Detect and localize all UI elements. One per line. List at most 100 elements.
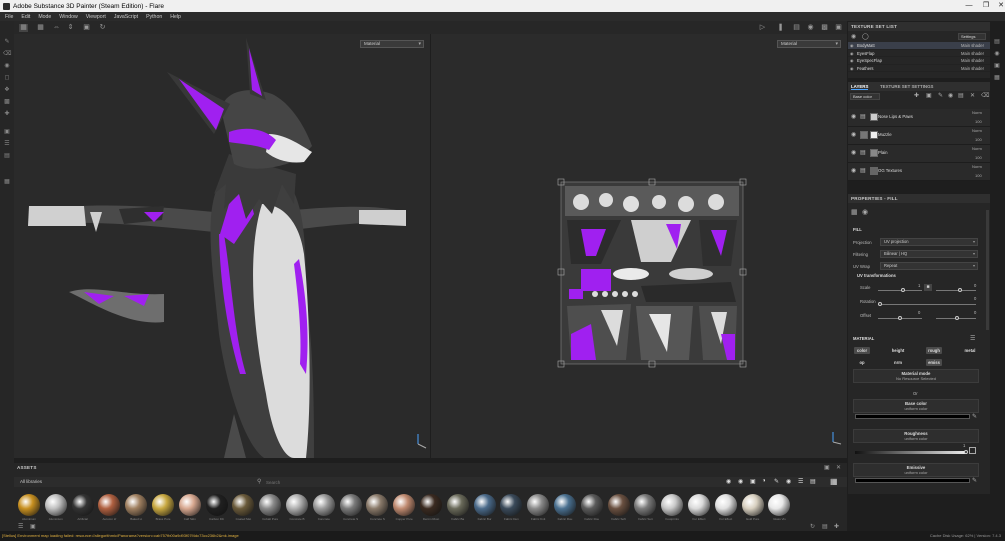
asset-thumbnail[interactable]	[473, 494, 496, 516]
camera-icon[interactable]: ▩	[820, 24, 829, 32]
channel-rough-toggle[interactable]: rough	[926, 347, 942, 354]
texture-set-shader[interactable]: Main shader	[961, 50, 984, 58]
asset-thumbnail[interactable]	[607, 494, 630, 516]
texture-set-row[interactable]: ◉ EyeSpecFlap Main shader	[848, 57, 990, 65]
layer-blend-mode[interactable]: Norm	[972, 128, 982, 133]
layer-opacity[interactable]: 100	[975, 119, 982, 124]
eyedropper-icon[interactable]: ✎	[972, 413, 977, 420]
projection-icon[interactable]: ◉	[3, 63, 11, 69]
asset-thumbnail[interactable]	[339, 494, 362, 516]
eye-icon[interactable]: ◉	[851, 132, 856, 138]
asset-thumbnail[interactable]	[178, 494, 201, 516]
asset-add-icon[interactable]: ✚	[834, 523, 839, 530]
asset-thumbnail[interactable]	[18, 494, 40, 516]
viewport-2d[interactable]: Material	[431, 34, 847, 458]
menu-window[interactable]: Window	[59, 14, 77, 20]
texture-set-view-icon[interactable]: ◯	[862, 33, 869, 40]
texture-set-icon[interactable]: ▤	[993, 38, 1001, 46]
eye-icon[interactable]: ◉	[850, 65, 854, 73]
filter-smart-materials-icon[interactable]: ◉	[738, 478, 743, 485]
layer-row[interactable]: ◉ ▤ OG Textures Norm 100	[848, 163, 990, 181]
offset-v-value[interactable]: 0	[974, 310, 976, 315]
rotation-value[interactable]: 0	[974, 296, 976, 301]
emissive-eyedropper-icon[interactable]: ✎	[972, 477, 977, 484]
picker-icon[interactable]: ✚	[3, 111, 11, 117]
menu-python[interactable]: Python	[146, 14, 162, 20]
channel-emiss-toggle[interactable]: emiss	[926, 359, 942, 366]
texture-set-row[interactable]: ◉ Feathers Main shader	[848, 65, 990, 73]
trash-icon[interactable]: ⌫	[981, 92, 989, 99]
roughness-slider-track[interactable]	[855, 451, 967, 454]
texture-set-row[interactable]: ◉ BodyMatt Main shader	[848, 42, 990, 50]
add-effect-icon[interactable]: ✚	[914, 92, 919, 99]
properties-scrollbar[interactable]	[986, 210, 989, 330]
assets-search-input[interactable]	[266, 478, 466, 486]
snapshot-icon[interactable]: ▣	[834, 24, 843, 32]
material-mode-block[interactable]: Material mode No Resource Selected	[853, 369, 979, 383]
bake-icon[interactable]: ▣	[3, 129, 11, 135]
scale-slider-handle[interactable]	[901, 288, 905, 292]
paint-brush-icon[interactable]: ✎	[3, 39, 11, 45]
offset-v-slider-handle[interactable]	[955, 316, 959, 320]
asset-thumbnail[interactable]	[420, 494, 442, 516]
asset-list-icon[interactable]: ☰	[18, 523, 23, 530]
layers-stack-icon[interactable]: ☰	[3, 141, 11, 147]
asset-thumbnail[interactable]	[71, 494, 94, 516]
screenshot-icon[interactable]: ▷	[758, 24, 767, 32]
texture-set-row[interactable]: ◉ EyesFlap Main shader	[848, 50, 990, 58]
scale-slider-track[interactable]	[878, 290, 922, 291]
export-icon[interactable]: ▦	[3, 179, 11, 185]
minimize-button[interactable]: —	[960, 0, 978, 12]
menu-file[interactable]: File	[5, 14, 13, 20]
view-3d-icon[interactable]: ▦	[36, 24, 45, 32]
view-swap-icon[interactable]: ⇕	[66, 24, 75, 32]
layer-blend-mode[interactable]: Norm	[972, 146, 982, 151]
scale-v-value[interactable]: 0	[974, 283, 976, 288]
filter-images-icon[interactable]: ▤	[810, 478, 816, 485]
channel-nrm-toggle[interactable]: nrm	[890, 359, 906, 366]
scale-v-slider-handle[interactable]	[958, 288, 962, 292]
filter-brushes-icon[interactable]: ✎	[774, 478, 779, 485]
camera-rotate-icon[interactable]: ↻	[98, 24, 107, 32]
asset-thumbnail[interactable]	[554, 494, 576, 516]
filter-materials-icon[interactable]: ◉	[726, 478, 731, 485]
environment-icon[interactable]: ◉	[806, 24, 815, 32]
scale-value[interactable]: 1	[918, 283, 920, 288]
pause-icon[interactable]: ❚	[776, 24, 785, 32]
filtering-dropdown[interactable]: Bilinear | HQ	[880, 250, 978, 258]
offset-u-slider-handle[interactable]	[898, 316, 902, 320]
layer-opacity[interactable]: 100	[975, 173, 982, 178]
asset-thumbnail[interactable]	[44, 494, 67, 516]
asset-thumbnail[interactable]	[286, 494, 308, 516]
history-icon[interactable]: ▦	[993, 74, 1001, 82]
tab-layers[interactable]: LAYERS	[851, 84, 869, 90]
menu-mode[interactable]: Mode	[38, 14, 51, 20]
render-icon[interactable]: ▤	[3, 153, 11, 159]
smudge-icon[interactable]: ❖	[3, 87, 11, 93]
channel-color-toggle[interactable]: color	[854, 347, 870, 354]
eye-icon[interactable]: ◉	[851, 168, 856, 174]
rotation-slider-track[interactable]	[878, 304, 976, 305]
viewport-3d[interactable]: Material	[14, 34, 430, 458]
scale-v-slider-track[interactable]	[936, 290, 976, 291]
menu-viewport[interactable]: Viewport	[86, 14, 106, 20]
asset-thumbnail[interactable]	[152, 494, 174, 516]
asset-thumbnail[interactable]	[714, 494, 737, 516]
texture-set-shader[interactable]: Main shader	[961, 65, 984, 73]
asset-folder-icon[interactable]: ▤	[822, 523, 828, 530]
panel-float-icon[interactable]: ▣	[824, 464, 830, 471]
roughness-value[interactable]: 1	[963, 443, 965, 448]
add-fill-layer-icon[interactable]: ◉	[948, 92, 953, 99]
eye-icon[interactable]: ◉	[851, 114, 856, 120]
close-button[interactable]: ✕	[992, 0, 1005, 12]
lock-icon[interactable]: ■	[924, 284, 932, 291]
asset-thumbnail[interactable]	[741, 494, 764, 516]
view-both-icon[interactable]: ▦	[19, 24, 28, 32]
channel-metal-toggle[interactable]: metal	[962, 347, 978, 354]
add-mask-icon[interactable]: ▣	[926, 92, 932, 99]
texture-set-shader[interactable]: Main shader	[961, 57, 984, 65]
filter-masks-icon[interactable]: ◑	[762, 478, 766, 484]
layer-blend-mode[interactable]: Norm	[972, 164, 982, 169]
material-menu-icon[interactable]: ☰	[970, 335, 975, 342]
asset-thumbnail[interactable]	[312, 494, 335, 516]
